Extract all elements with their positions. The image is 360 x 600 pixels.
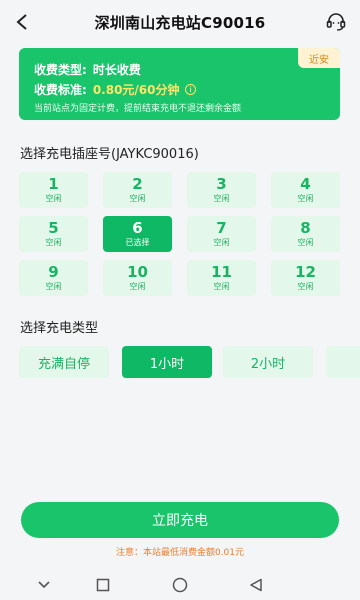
nav-back-button[interactable] xyxy=(247,576,265,594)
fee-note: 当前站点为固定计费，提前结束充电不退还剩余金额 xyxy=(34,104,242,114)
fee-type-label: 收费类型: xyxy=(34,63,87,77)
port-status: 空闲 xyxy=(297,194,314,203)
port-item[interactable]: 10 空闲 xyxy=(103,260,172,296)
port-item[interactable]: 7 空闲 xyxy=(187,216,256,252)
type-option-1-hour[interactable]: 1小时 xyxy=(122,346,212,378)
triangle-back-icon xyxy=(250,578,262,592)
port-number: 11 xyxy=(211,263,232,281)
port-status: 空闲 xyxy=(45,238,62,247)
start-charging-button[interactable]: 立即充电 xyxy=(21,502,339,538)
port-number: 3 xyxy=(216,175,227,193)
port-item[interactable]: 1 空闲 xyxy=(19,172,88,208)
nearby-badge: 近安 xyxy=(298,48,340,68)
fee-standard-value: 0.80元/60分钟 xyxy=(92,83,180,97)
fee-type-value: 时长收费 xyxy=(92,63,141,77)
port-status: 空闲 xyxy=(45,194,62,203)
port-item[interactable]: 8 空闲 xyxy=(271,216,340,252)
port-number: 2 xyxy=(132,175,143,193)
chevron-left-icon xyxy=(16,14,27,30)
fee-standard-row: 收费标准: 0.80元/60分钟 xyxy=(34,81,196,98)
port-status: 空闲 xyxy=(213,282,230,291)
fee-type-row: 收费类型: 时长收费 xyxy=(34,61,141,78)
port-item[interactable]: 5 空闲 xyxy=(19,216,88,252)
port-number: 10 xyxy=(127,263,148,281)
page-title: 深圳南山充电站C90016 xyxy=(94,13,266,32)
port-number: 5 xyxy=(48,219,59,237)
port-status: 空闲 xyxy=(297,238,314,247)
app-header: 深圳南山充电站C90016 xyxy=(0,0,360,44)
port-item[interactable]: 12 空闲 xyxy=(271,260,340,296)
port-number: 4 xyxy=(300,175,311,193)
port-item-selected[interactable]: 6 已选择 xyxy=(103,216,172,252)
port-status: 空闲 xyxy=(297,282,314,291)
port-item[interactable]: 2 空闲 xyxy=(103,172,172,208)
min-fee-notice: 注意：本站最低消费金额0.01元 xyxy=(115,548,245,558)
customer-service-button[interactable] xyxy=(324,10,348,34)
type-option-2-hours[interactable]: 2小时 xyxy=(223,346,313,378)
port-status: 空闲 xyxy=(129,194,146,203)
port-number: 8 xyxy=(300,219,311,237)
port-item[interactable]: 4 空闲 xyxy=(271,172,340,208)
chevron-down-icon xyxy=(38,581,50,589)
port-number: 7 xyxy=(216,219,227,237)
fee-info-card: 收费类型: 时长收费 收费标准: 0.80元/60分钟 当前站点为固定计费，提前… xyxy=(19,48,340,120)
back-button[interactable] xyxy=(10,8,34,36)
type-section-title: 选择充电类型 xyxy=(20,321,99,336)
port-item[interactable]: 9 空闲 xyxy=(19,260,88,296)
port-number: 6 xyxy=(132,219,143,237)
charge-type-row: 充满自停 1小时 2小时 xyxy=(19,346,360,378)
square-icon xyxy=(96,578,110,592)
fee-standard-label: 收费标准: xyxy=(34,83,87,97)
nav-recents-button[interactable] xyxy=(94,576,112,594)
customer-service-icon xyxy=(326,13,346,31)
port-status: 空闲 xyxy=(213,238,230,247)
type-option-more[interactable] xyxy=(326,346,360,378)
system-nav-bar xyxy=(0,570,360,600)
port-number: 1 xyxy=(48,175,59,193)
port-status: 空闲 xyxy=(129,282,146,291)
nav-home-button[interactable] xyxy=(171,576,189,594)
port-item[interactable]: 11 空闲 xyxy=(187,260,256,296)
info-icon[interactable] xyxy=(184,84,196,95)
port-number: 12 xyxy=(295,263,316,281)
port-status: 已选择 xyxy=(125,238,150,247)
port-section-title: 选择充电插座号(JAYKC90016) xyxy=(20,147,199,162)
port-status: 空闲 xyxy=(213,194,230,203)
port-item[interactable]: 3 空闲 xyxy=(187,172,256,208)
port-number: 9 xyxy=(48,263,59,281)
type-option-full-stop[interactable]: 充满自停 xyxy=(19,346,109,378)
port-status: 空闲 xyxy=(45,282,62,291)
circle-icon xyxy=(172,577,188,593)
nav-collapse-button[interactable] xyxy=(35,576,53,594)
